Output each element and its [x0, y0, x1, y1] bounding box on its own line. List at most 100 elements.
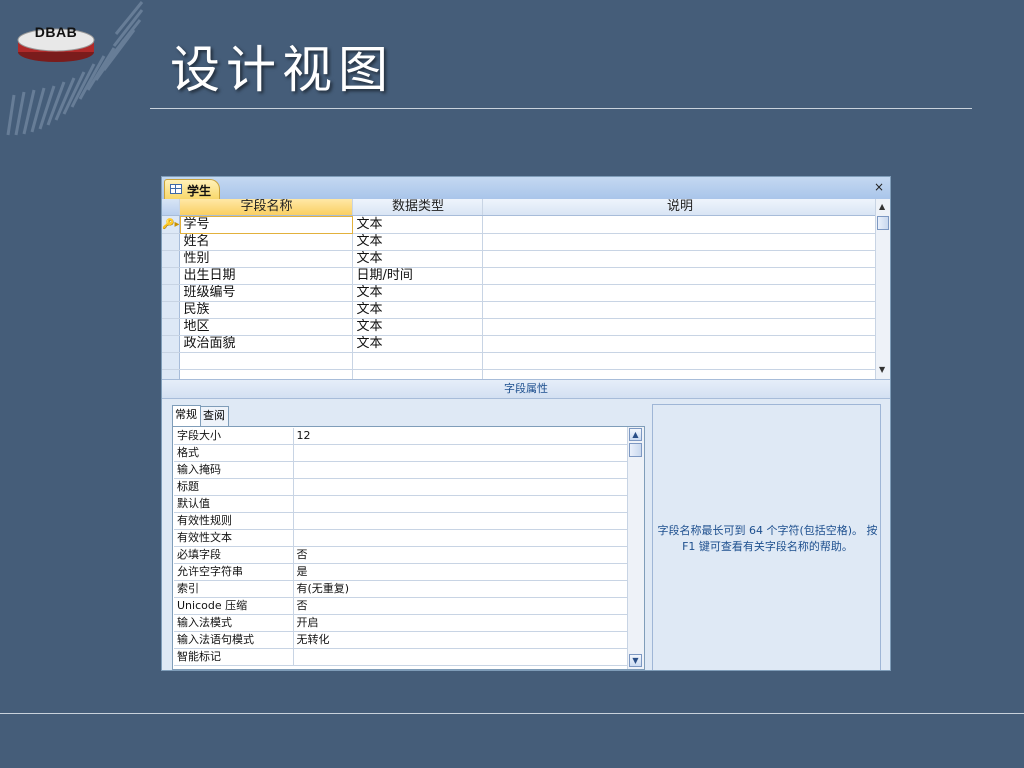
field-row[interactable]: 出生日期 日期/时间 [162, 267, 878, 285]
scroll-thumb[interactable] [877, 216, 889, 230]
property-value[interactable]: 开启 [293, 614, 628, 632]
property-row[interactable]: 索引 有(无重复) [174, 580, 628, 598]
property-name: 输入掩码 [174, 461, 294, 479]
property-row[interactable]: 允许空字符串是 [174, 563, 628, 581]
data-type-cell[interactable]: 文本 [352, 335, 484, 353]
property-value[interactable]: 否 [293, 597, 628, 615]
help-text: 字段名称最长可到 64 个字符(包括空格)。 按 F1 键可查看有关字段名称的帮… [657, 524, 878, 553]
data-type-cell[interactable]: 文本 [352, 284, 484, 302]
close-icon[interactable]: × [874, 180, 884, 194]
column-header-description[interactable]: 说明 [482, 199, 878, 216]
data-type-cell[interactable]: 日期/时间 [352, 267, 484, 285]
property-value[interactable]: 是 [293, 563, 628, 581]
tab-lookup[interactable]: 查阅 [200, 406, 229, 426]
field-row[interactable]: 民族 文本 [162, 301, 878, 319]
property-value[interactable] [293, 444, 628, 462]
help-panel: 字段名称最长可到 64 个字符(包括空格)。 按 F1 键可查看有关字段名称的帮… [652, 404, 881, 670]
description-cell[interactable] [482, 215, 878, 234]
field-row[interactable]: 姓名 文本 [162, 233, 878, 251]
data-type-cell[interactable]: 文本 [352, 318, 484, 336]
row-selector[interactable] [162, 301, 181, 319]
scroll-up-icon[interactable]: ▲ [629, 428, 642, 441]
property-row[interactable]: 智能标记 [174, 648, 628, 666]
property-value[interactable] [293, 478, 628, 496]
document-tab-students[interactable]: 学生 [164, 179, 220, 199]
property-row[interactable]: 输入法语句模式 无转化 [174, 631, 628, 649]
property-value[interactable]: 有(无重复) [293, 580, 628, 598]
row-selector[interactable] [162, 233, 181, 251]
property-row[interactable]: 输入法模式 开启 [174, 614, 628, 632]
data-type-cell[interactable]: 文本 [352, 233, 484, 251]
property-scrollbar[interactable]: ▲ ▼ [627, 427, 644, 669]
grid-scrollbar[interactable]: ▲ ▼ [875, 199, 890, 379]
property-row[interactable]: 有效性规则 [174, 512, 628, 530]
row-selector[interactable] [162, 267, 181, 285]
field-row[interactable]: 地区 文本 [162, 318, 878, 336]
column-header-field-name[interactable]: 字段名称 [179, 199, 354, 216]
document-tab-label: 学生 [187, 184, 212, 198]
property-row[interactable]: Unicode 压缩否 [174, 597, 628, 615]
row-selector[interactable]: 🔑▸ [162, 215, 181, 234]
property-name: 输入法模式 [174, 614, 294, 632]
field-name-cell[interactable]: 学号 [179, 215, 354, 234]
field-name-cell[interactable]: 姓名 [179, 233, 354, 251]
row-selector[interactable] [162, 284, 181, 302]
scroll-down-icon[interactable]: ▼ [629, 654, 642, 667]
slide-title: 设计视图 [170, 41, 394, 99]
description-cell[interactable] [482, 233, 878, 251]
property-value[interactable] [293, 461, 628, 479]
field-row[interactable] [162, 352, 878, 370]
table-icon [170, 184, 182, 194]
field-name-cell[interactable]: 地区 [179, 318, 354, 336]
description-cell[interactable] [482, 284, 878, 302]
field-row[interactable]: 性别 文本 [162, 250, 878, 268]
description-cell[interactable] [482, 335, 878, 353]
row-selector[interactable] [162, 352, 181, 370]
field-name-cell[interactable] [179, 352, 354, 370]
property-row[interactable]: 有效性文本 [174, 529, 628, 547]
property-row[interactable]: 字段大小 12 [174, 428, 628, 445]
property-row[interactable]: 输入掩码 [174, 461, 628, 479]
tab-general[interactable]: 常规 [172, 405, 201, 427]
scroll-down-icon[interactable]: ▼ [879, 365, 885, 374]
column-header-data-type[interactable]: 数据类型 [352, 199, 484, 216]
property-value[interactable]: 无转化 [293, 631, 628, 649]
property-row[interactable]: 必填字段否 [174, 546, 628, 564]
property-value[interactable] [293, 512, 628, 530]
field-name-cell[interactable]: 政治面貌 [179, 335, 354, 353]
select-all-corner[interactable] [162, 199, 181, 216]
field-name-cell[interactable]: 班级编号 [179, 284, 354, 302]
primary-key-icon: 🔑▸ [162, 219, 180, 230]
property-name: 标题 [174, 478, 294, 496]
title-divider [150, 108, 972, 109]
property-value[interactable]: 否 [293, 546, 628, 564]
field-name-cell[interactable]: 民族 [179, 301, 354, 319]
data-type-cell[interactable]: 文本 [352, 215, 484, 234]
scroll-thumb[interactable] [629, 443, 642, 457]
property-row[interactable]: 标题 [174, 478, 628, 496]
row-selector[interactable] [162, 318, 181, 336]
property-row[interactable]: 格式 [174, 444, 628, 462]
field-row[interactable]: 🔑▸ 学号 文本 [162, 215, 878, 234]
description-cell[interactable] [482, 250, 878, 268]
property-value[interactable] [293, 529, 628, 547]
description-cell[interactable] [482, 301, 878, 319]
description-cell[interactable] [482, 318, 878, 336]
property-value[interactable] [293, 495, 628, 513]
field-row[interactable]: 政治面貌 文本 [162, 335, 878, 353]
property-name: 允许空字符串 [174, 563, 294, 581]
row-selector[interactable] [162, 250, 181, 268]
data-type-cell[interactable]: 文本 [352, 301, 484, 319]
field-row[interactable]: 班级编号 文本 [162, 284, 878, 302]
description-cell[interactable] [482, 352, 878, 370]
property-row[interactable]: 默认值 [174, 495, 628, 513]
scroll-up-icon[interactable]: ▲ [879, 202, 885, 211]
field-name-cell[interactable]: 出生日期 [179, 267, 354, 285]
row-selector[interactable] [162, 335, 181, 353]
data-type-cell[interactable] [352, 352, 484, 370]
description-cell[interactable] [482, 267, 878, 285]
data-type-cell[interactable]: 文本 [352, 250, 484, 268]
property-value[interactable] [293, 648, 628, 666]
property-value[interactable]: 12 [293, 428, 628, 445]
field-name-cell[interactable]: 性别 [179, 250, 354, 268]
